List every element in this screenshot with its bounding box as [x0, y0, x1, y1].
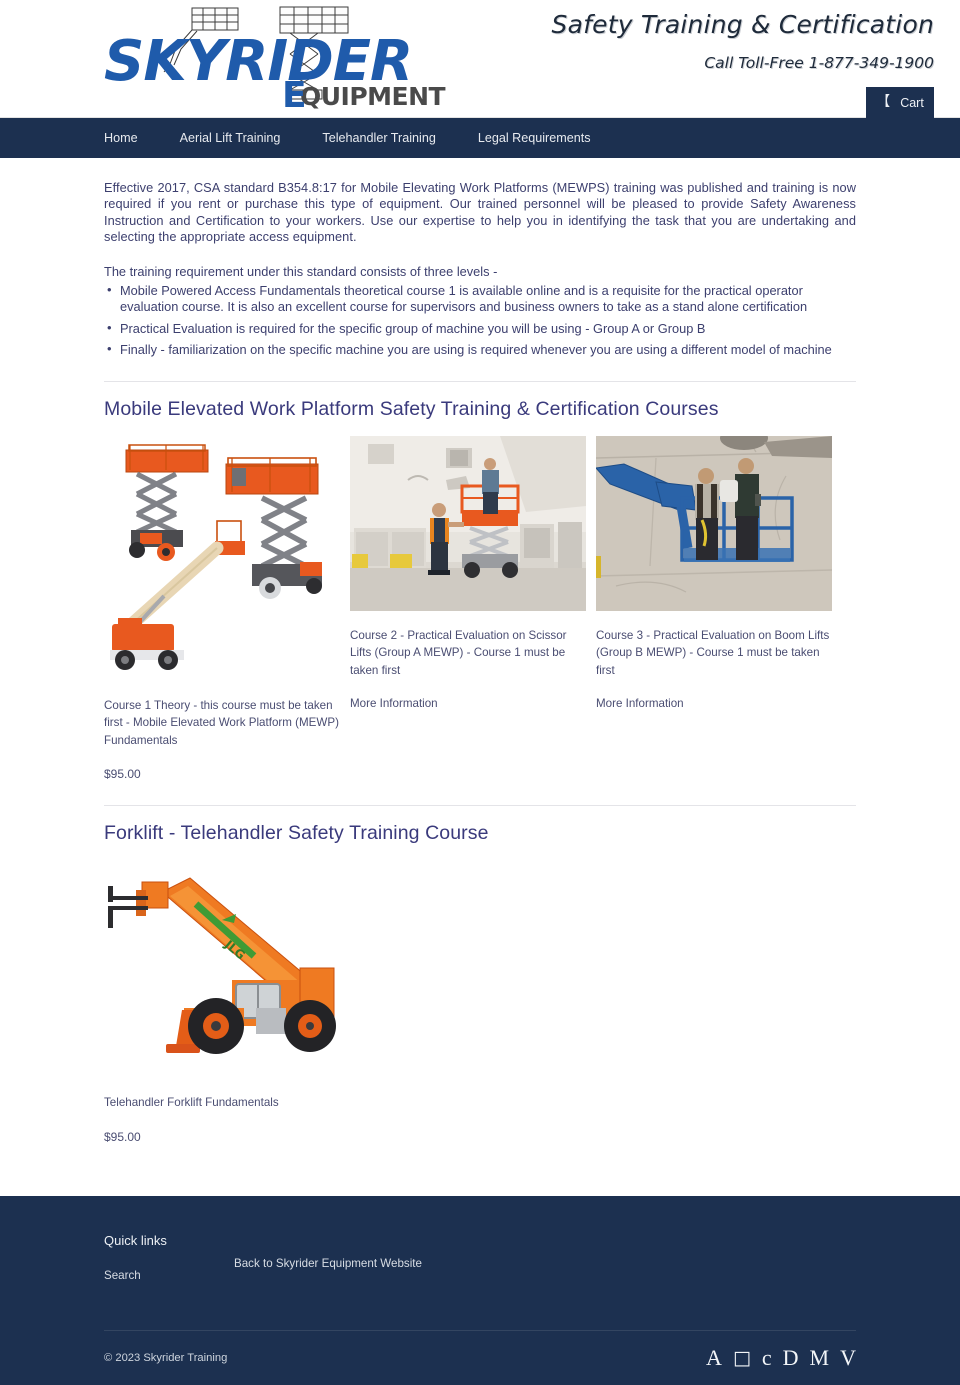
- mastercard-icon: M: [809, 1344, 830, 1370]
- site-footer: Quick links Search Back to Skyrider Equi…: [0, 1195, 960, 1385]
- levels-lead: The training requirement under this stan…: [104, 263, 498, 279]
- discover-icon: D: [782, 1344, 799, 1370]
- list-item: Practical Evaluation is required for the…: [107, 320, 856, 337]
- boom-lift-training-photo: [596, 435, 832, 611]
- course-card[interactable]: Course 2 - Practical Evaluation on Sciss…: [350, 435, 586, 784]
- course-caption: Course 2 - Practical Evaluation on Sciss…: [350, 628, 567, 677]
- course-image-link[interactable]: [350, 435, 586, 611]
- primary-navigation: Home Aerial Lift Training Telehandler Tr…: [0, 118, 960, 158]
- footer-note-column: Back to Skyrider Equipment Website: [234, 1232, 422, 1272]
- list-item: Mobile Powered Access Fundamentals theor…: [107, 282, 856, 316]
- svg-text:QUIPMENT: QUIPMENT: [300, 82, 446, 111]
- intro-paragraph: Effective 2017, CSA standard B354.8:17 f…: [104, 180, 856, 245]
- header-right: Safety Training & Certification Call Tol…: [504, 4, 934, 118]
- course-image-link[interactable]: [596, 435, 832, 611]
- course-grid-telehandler: JLG Telehandler Forklift Fundamentals $9…: [104, 860, 856, 1146]
- footer-quick-links: Quick links Search: [104, 1232, 234, 1284]
- footer-link-search[interactable]: Search: [104, 1268, 234, 1284]
- course-card[interactable]: Course 3 - Practical Evaluation on Boom …: [596, 435, 832, 784]
- svg-text:E: E: [282, 75, 307, 112]
- section-title-mewp: Mobile Elevated Work Platform Safety Tra…: [104, 380, 856, 422]
- course-card[interactable]: JLG Telehandler Forklift Fundamentals $9…: [104, 860, 340, 1146]
- nav-item-telehandler-training[interactable]: Telehandler Training: [322, 118, 435, 158]
- payment-methods: A □ c D M V: [706, 1344, 856, 1370]
- site-header: SKYRIDER QUIPMENT E Safety Training & Ce…: [0, 0, 960, 118]
- diners-club-icon: c: [761, 1344, 772, 1370]
- footer-link-back-to-website[interactable]: Back to Skyrider Equipment Website: [234, 1257, 422, 1270]
- course-price: $95.00: [104, 767, 141, 782]
- cart-button-label: Cart: [900, 95, 924, 110]
- list-item: Finally - familiarization on the specifi…: [107, 341, 856, 358]
- section-title-telehandler: Forklift - Telehandler Safety Training C…: [104, 805, 856, 846]
- nav-item-home[interactable]: Home: [104, 118, 138, 158]
- cart-icon: 【: [876, 93, 891, 110]
- course-caption: Course 1 Theory - this course must be ta…: [104, 698, 339, 747]
- footer-bottom-bar: © 2023 Skyrider Training A □ c D M V: [104, 1329, 856, 1385]
- cart-button[interactable]: 【 Cart: [866, 87, 934, 118]
- site-logo[interactable]: SKYRIDER QUIPMENT E: [104, 2, 449, 112]
- apple-pay-icon: □: [732, 1346, 751, 1369]
- course-image-link[interactable]: [104, 435, 340, 681]
- course-grid-mewp: Course 1 Theory - this course must be ta…: [104, 435, 856, 784]
- site-tagline: Safety Training & Certification: [551, 10, 934, 39]
- course-image-link[interactable]: JLG: [104, 860, 340, 1079]
- course-card[interactable]: Course 1 Theory - this course must be ta…: [104, 435, 340, 784]
- visa-icon: V: [840, 1344, 856, 1370]
- scissor-lift-training-photo: [350, 435, 586, 611]
- amex-icon: A: [706, 1344, 722, 1370]
- page-root: SKYRIDER QUIPMENT E Safety Training & Ce…: [0, 0, 960, 1385]
- mewp-fleet-image: [104, 435, 340, 681]
- footer-columns: Quick links Search Back to Skyrider Equi…: [104, 1232, 856, 1284]
- copyright-text: © 2023 Skyrider Training: [104, 1351, 228, 1364]
- main-content: Effective 2017, CSA standard B354.8:17 f…: [0, 180, 960, 1168]
- training-levels-list: Mobile Powered Access Fundamentals theor…: [104, 282, 856, 359]
- course-price: $95.00: [104, 1129, 141, 1144]
- toll-free-phone: Call Toll-Free 1-877-349-1900: [704, 54, 934, 72]
- course-caption: Course 3 - Practical Evaluation on Boom …: [596, 628, 830, 677]
- footer-heading-quick-links: Quick links: [104, 1232, 167, 1248]
- more-information-link[interactable]: More Information: [350, 695, 438, 712]
- nav-item-legal-requirements[interactable]: Legal Requirements: [478, 118, 591, 158]
- course-caption: Telehandler Forklift Fundamentals: [104, 1096, 279, 1110]
- nav-item-aerial-lift-training[interactable]: Aerial Lift Training: [180, 118, 281, 158]
- telehandler-image: JLG: [104, 860, 340, 1079]
- more-information-link[interactable]: More Information: [596, 695, 684, 712]
- logo-graphic: SKYRIDER QUIPMENT E: [104, 6, 446, 112]
